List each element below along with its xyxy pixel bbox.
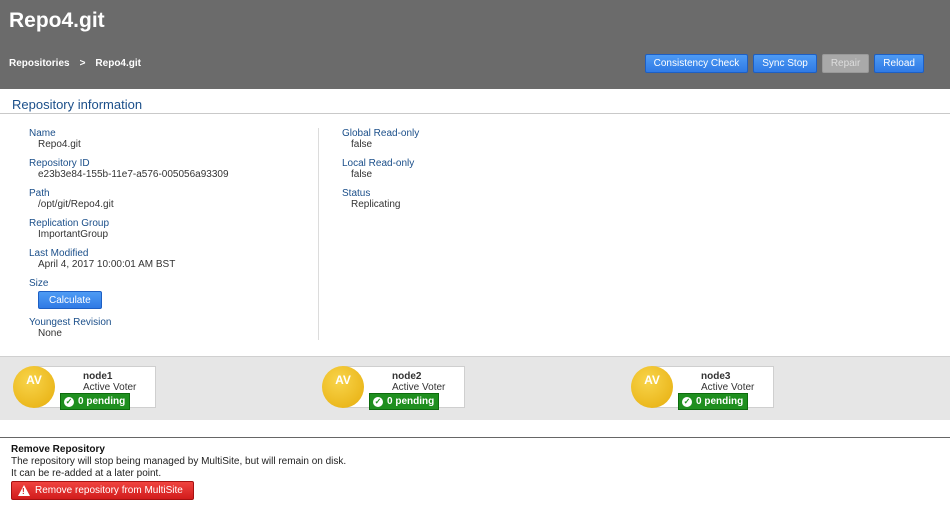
field-label: Global Read-only [342, 128, 420, 139]
node-role: Active Voter [83, 382, 137, 393]
field-status: Status Replicating [342, 188, 419, 210]
field-label: Replication Group [29, 218, 110, 229]
field-label: Name [29, 128, 56, 139]
node-role: Active Voter [701, 382, 755, 393]
pending-count: 0 pending [696, 396, 744, 407]
check-circle-icon: ✓ [373, 396, 383, 407]
field-label: Repository ID [29, 158, 90, 169]
page-title: Repo4.git [9, 9, 105, 32]
breadcrumb-current: Repo4.git [95, 58, 141, 69]
sync-stop-button[interactable]: Sync Stop [753, 54, 817, 73]
avatar: AV [13, 366, 55, 408]
remove-repository-description: The repository will stop being managed b… [11, 456, 346, 480]
toolbar: Consistency Check Sync Stop Repair Reloa… [644, 54, 924, 73]
field-label: Status [342, 188, 371, 199]
consistency-check-button[interactable]: Consistency Check [644, 54, 749, 73]
check-circle-icon: ✓ [64, 396, 74, 407]
avatar: AV [322, 366, 364, 408]
remove-description-line: The repository will stop being managed b… [11, 456, 347, 467]
node-name: node2 [392, 371, 422, 382]
field-youngest-revision: Youngest Revision None [29, 317, 229, 339]
check-circle-icon: ✓ [682, 396, 692, 407]
remove-button-label: Remove repository from MultiSite [35, 485, 183, 496]
field-value: None [38, 328, 62, 339]
node-role: Active Voter [392, 382, 446, 393]
pending-badge: ✓ 0 pending [60, 393, 131, 410]
section-title-repository-information: Repository information [12, 97, 143, 112]
field-value: April 4, 2017 10:00:01 AM BST [38, 259, 176, 270]
info-right-column: Global Read-only false Local Read-only f… [342, 128, 419, 218]
remove-repository-heading: Remove Repository [11, 444, 105, 455]
node-card-node2[interactable]: AV node2 Active Voter ✓ 0 pending [322, 366, 465, 410]
field-value: Replicating [351, 199, 401, 210]
field-label: Size [29, 278, 49, 289]
remove-section-divider [0, 437, 950, 438]
field-value: false [351, 139, 373, 150]
field-value: e23b3e84-155b-11e7-a576-005056a93309 [38, 169, 229, 180]
calculate-size-button[interactable]: Calculate [38, 291, 102, 309]
info-left-column: Name Repo4.git Repository ID e23b3e84-15… [29, 128, 229, 347]
breadcrumb: Repositories > Repo4.git [9, 58, 141, 69]
field-global-read-only: Global Read-only false [342, 128, 419, 150]
pending-badge: ✓ 0 pending [369, 393, 440, 410]
remove-repository-button[interactable]: ! Remove repository from MultiSite [11, 481, 194, 500]
nodes-strip: AV node1 Active Voter ✓ 0 pending AV nod… [0, 356, 950, 420]
pending-count: 0 pending [387, 396, 435, 407]
repair-button: Repair [821, 54, 870, 73]
avatar: AV [631, 366, 673, 408]
breadcrumb-repositories-link[interactable]: Repositories [9, 58, 70, 69]
section-divider [0, 113, 950, 114]
page-header: Repo4.git Repositories > Repo4.git Consi… [0, 0, 950, 89]
node-name: node3 [701, 371, 731, 382]
field-label: Path [29, 188, 50, 199]
remove-description-line: It can be re-added at a later point. [11, 468, 162, 479]
field-value: Repo4.git [38, 139, 81, 150]
field-replication-group: Replication Group ImportantGroup [29, 218, 229, 240]
field-repository-id: Repository ID e23b3e84-155b-11e7-a576-00… [29, 158, 229, 180]
field-value: /opt/git/Repo4.git [38, 199, 114, 210]
column-divider [318, 128, 319, 340]
field-path: Path /opt/git/Repo4.git [29, 188, 229, 210]
field-label: Last Modified [29, 248, 89, 259]
node-card-node3[interactable]: AV node3 Active Voter ✓ 0 pending [631, 366, 774, 410]
node-card-node1[interactable]: AV node1 Active Voter ✓ 0 pending [13, 366, 156, 410]
field-name: Name Repo4.git [29, 128, 229, 150]
reload-button[interactable]: Reload [874, 54, 924, 73]
pending-count: 0 pending [78, 396, 126, 407]
node-name: node1 [83, 371, 113, 382]
field-value: ImportantGroup [38, 229, 109, 240]
field-last-modified: Last Modified April 4, 2017 10:00:01 AM … [29, 248, 229, 270]
field-label: Local Read-only [342, 158, 415, 169]
breadcrumb-separator: > [79, 58, 86, 69]
warning-triangle-icon: ! [18, 485, 30, 496]
field-label: Youngest Revision [29, 317, 112, 328]
field-local-read-only: Local Read-only false [342, 158, 419, 180]
field-value: false [351, 169, 373, 180]
pending-badge: ✓ 0 pending [678, 393, 749, 410]
field-size: Size Calculate [29, 278, 229, 309]
